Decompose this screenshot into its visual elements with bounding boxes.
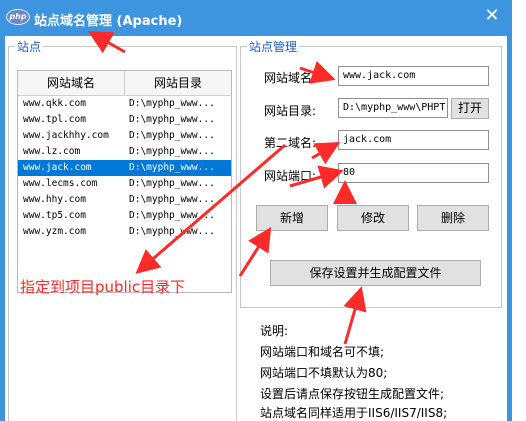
- arrow-to-add-button: [238, 226, 272, 277]
- arrow-to-save-button: [343, 286, 367, 345]
- annotation-arrows: [87, 31, 367, 345]
- arrow-to-port-field: [289, 165, 344, 189]
- arrow-to-annotation: [135, 143, 286, 274]
- arrow-to-title: [87, 31, 126, 54]
- arrow-to-domain-field: [299, 60, 336, 84]
- arrow-to-second-domain: [311, 142, 341, 165]
